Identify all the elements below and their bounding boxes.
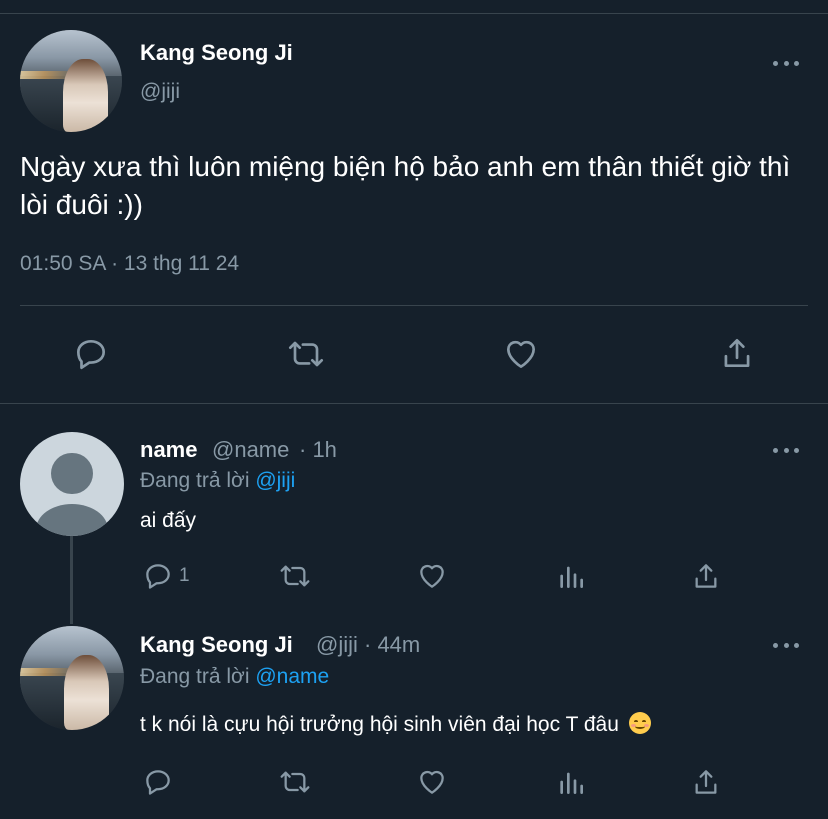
more-options-icon[interactable] (773, 440, 799, 460)
reply-time[interactable]: · 1h (299, 437, 337, 463)
default-avatar[interactable] (20, 432, 124, 536)
action-divider (20, 305, 808, 306)
reply-author-handle[interactable]: @jiji (316, 632, 358, 658)
like-icon[interactable] (415, 766, 449, 798)
share-icon[interactable] (718, 334, 756, 372)
replying-to: Đang trả lời @name (140, 665, 329, 689)
analytics-icon[interactable] (555, 560, 587, 592)
thread-connector (70, 536, 73, 624)
section-divider (0, 403, 828, 404)
replying-to-label: Đang trả lời (140, 469, 250, 492)
tweet-timestamp[interactable]: 01:50 SA · 13 thg 11 24 (20, 252, 239, 276)
replying-to-mention[interactable]: @name (255, 665, 329, 688)
author-name[interactable]: Kang Seong Ji (140, 40, 293, 66)
author-avatar[interactable] (20, 626, 124, 730)
analytics-icon[interactable] (555, 766, 587, 798)
reply-text: t k nói là cựu hội trưởng hội sinh viên … (140, 712, 651, 737)
retweet-icon[interactable] (284, 335, 328, 373)
like-icon[interactable] (415, 560, 449, 592)
reply-icon[interactable] (141, 766, 175, 798)
reply-time[interactable]: · 44m (364, 632, 420, 658)
author-avatar[interactable] (20, 30, 122, 132)
author-handle[interactable]: @jiji (140, 80, 180, 104)
retweet-icon[interactable] (275, 766, 315, 798)
reply-author-name[interactable]: name (140, 437, 197, 463)
retweet-icon[interactable] (275, 560, 315, 592)
reply-text-content: t k nói là cựu hội trưởng hội sinh viên … (140, 713, 619, 736)
replying-to-label: Đang trả lời (140, 665, 250, 688)
reply-author-name[interactable]: Kang Seong Ji (140, 632, 293, 658)
like-icon[interactable] (501, 335, 541, 373)
reply-icon[interactable] (141, 560, 175, 592)
reply-count: 1 (179, 565, 190, 586)
replying-to-mention[interactable]: @jiji (255, 469, 295, 492)
share-icon[interactable] (690, 766, 722, 798)
smiling-face-emoji (628, 712, 651, 734)
reply-text: ai đấy (140, 509, 197, 532)
more-options-icon[interactable] (773, 635, 799, 655)
share-icon[interactable] (690, 560, 722, 592)
top-divider (0, 13, 828, 14)
more-options-icon[interactable] (773, 53, 799, 73)
tweet-text: Ngày xưa thì luôn miệng biện hộ bảo anh … (20, 151, 791, 220)
reply-icon[interactable] (72, 335, 110, 373)
reply-author-handle[interactable]: @name (212, 437, 289, 463)
replying-to: Đang trả lời @jiji (140, 469, 295, 493)
